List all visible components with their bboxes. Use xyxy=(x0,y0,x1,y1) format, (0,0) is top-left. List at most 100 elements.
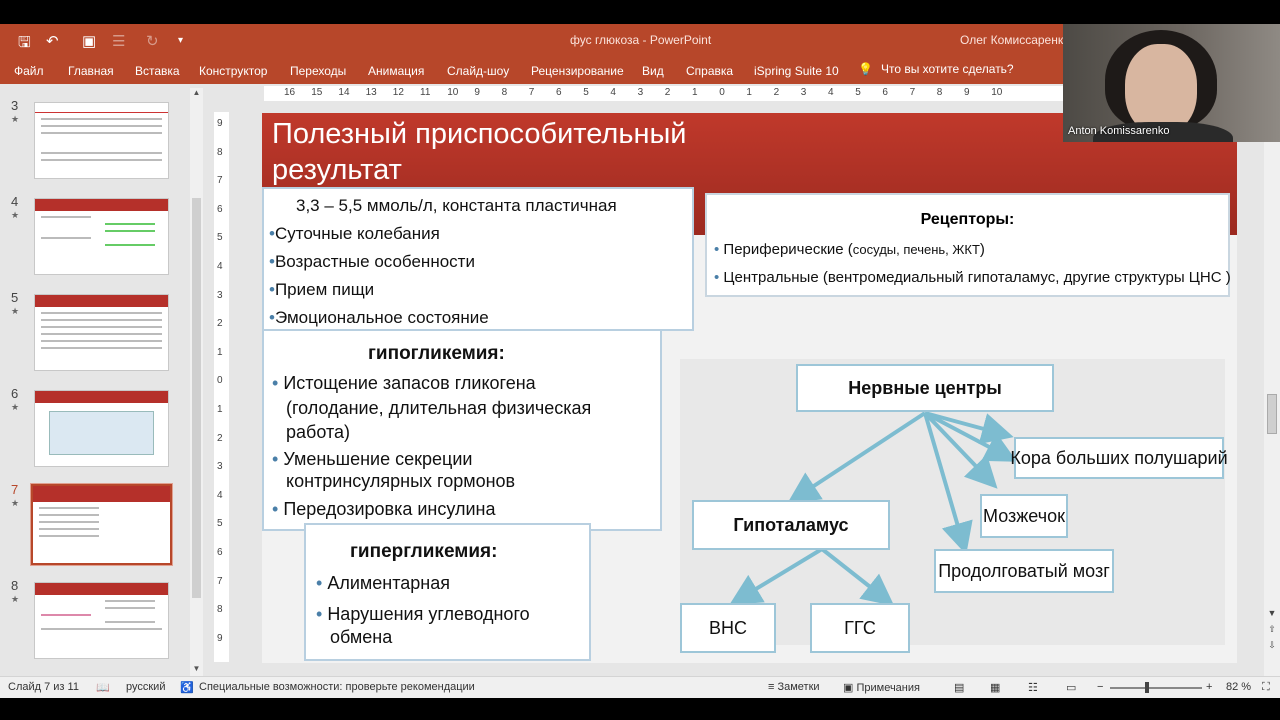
scrollbar-thumb[interactable] xyxy=(1267,394,1277,434)
present-icon[interactable]: ▣ xyxy=(82,32,96,50)
tab-view[interactable]: Вид xyxy=(642,64,664,78)
tab-help[interactable]: Справка xyxy=(686,64,733,78)
ruler-tick-label: 1 xyxy=(217,346,223,358)
node-hypothalamus[interactable]: Гипоталамус xyxy=(692,500,890,550)
ruler-tick-label: 10 xyxy=(991,87,1003,98)
scroll-down-icon[interactable]: ▼ xyxy=(1266,608,1278,618)
slide-sorter-icon[interactable]: ▦ xyxy=(990,681,1000,694)
animation-star-icon: ★ xyxy=(11,210,20,220)
slide-thumbnail-selected[interactable] xyxy=(30,483,173,566)
zoom-slider-track[interactable] xyxy=(1110,687,1202,689)
slideshow-icon[interactable]: ▭ xyxy=(1066,681,1076,694)
thumbnails-scrollbar[interactable]: ▲ ▼ xyxy=(190,88,203,676)
ruler-tick-label: 15 xyxy=(311,87,323,98)
fit-to-window-icon[interactable]: ⛶ xyxy=(1262,681,1270,694)
ruler-tick-label: 5 xyxy=(583,87,589,98)
node-cerebellum[interactable]: Мозжечок xyxy=(980,494,1068,538)
ruler-tick-label: 0 xyxy=(719,87,725,98)
bullets-icon[interactable]: ☰ xyxy=(112,32,125,50)
ruler-tick-label: 5 xyxy=(217,232,223,244)
animation-star-icon: ★ xyxy=(11,402,20,412)
zoom-in-icon[interactable]: + xyxy=(1206,681,1212,693)
ruler-tick-label: 1 xyxy=(692,87,698,98)
undo-icon[interactable]: ↶ xyxy=(46,32,59,50)
normal-view-icon[interactable]: ▤ xyxy=(954,681,964,694)
ruler-tick-label: 14 xyxy=(338,87,350,98)
node-nerve-centers[interactable]: Нервные центры xyxy=(796,364,1054,412)
ruler-tick-label: 7 xyxy=(528,87,535,98)
next-slide-icon[interactable]: ⇩ xyxy=(1266,640,1278,651)
reading-view-icon[interactable]: ☷ xyxy=(1028,681,1038,694)
ruler-tick-label: 2 xyxy=(217,318,223,330)
previous-slide-icon[interactable]: ⇧ xyxy=(1266,624,1278,635)
zoom-level[interactable]: 82 % xyxy=(1226,681,1251,693)
scroll-down-icon[interactable]: ▼ xyxy=(190,664,203,676)
ruler-tick-label: 1 xyxy=(217,404,223,415)
ruler-tick-label: 3 xyxy=(637,87,644,98)
status-bar: Слайд 7 из 11 📖 русский ♿ Специальные во… xyxy=(0,676,1280,698)
ruler-tick-label: 4 xyxy=(217,261,223,272)
vertical-ruler: 9 8 7 6 5 4 3 2 1 0 1 2 3 4 5 6 7 8 9 xyxy=(214,112,229,662)
tab-file[interactable]: Файл xyxy=(14,64,44,78)
ruler-tick-label: 1 xyxy=(746,87,752,98)
tab-review[interactable]: Рецензирование xyxy=(531,64,624,78)
slide-thumbnail[interactable] xyxy=(34,102,169,179)
slide-number: 6 xyxy=(11,386,19,401)
accessibility-status[interactable]: Специальные возможности: проверьте реком… xyxy=(199,681,475,693)
slide-thumbnail[interactable] xyxy=(34,390,169,467)
notes-button[interactable]: ≡ Заметки xyxy=(768,681,820,693)
tab-transitions[interactable]: Переходы xyxy=(290,64,346,78)
animation-star-icon: ★ xyxy=(11,114,20,124)
tab-slideshow[interactable]: Слайд-шоу xyxy=(447,64,509,78)
ruler-tick-label: 12 xyxy=(392,87,404,98)
slide-thumbnail[interactable] xyxy=(34,198,169,275)
node-medulla[interactable]: Продолговатый мозг xyxy=(934,549,1114,593)
ruler-tick-label: 10 xyxy=(447,87,459,98)
ruler-tick-label: 9 xyxy=(217,118,223,129)
slide-canvas[interactable]: Полезный приспособительный результат 3,3… xyxy=(262,113,1237,663)
slide-scrollbar[interactable]: ▲ ▼ ⇧ ⇩ xyxy=(1264,84,1280,676)
ruler-tick-label: 8 xyxy=(217,146,223,158)
account-name[interactable]: Олег Комиссаренко xyxy=(960,33,1070,47)
tab-animations[interactable]: Анимация xyxy=(368,64,424,78)
customize-icon[interactable]: ▾ xyxy=(178,35,183,46)
ruler-tick-label: 6 xyxy=(217,547,223,558)
tab-insert[interactable]: Вставка xyxy=(135,64,180,78)
ruler-tick-label: 0 xyxy=(217,375,223,387)
ruler-tick-label: 3 xyxy=(217,289,223,301)
scroll-up-icon[interactable]: ▲ xyxy=(190,88,203,100)
language-indicator[interactable]: русский xyxy=(126,681,165,693)
slide-number: 8 xyxy=(11,578,19,593)
document-title: фус глюкоза - PowerPoint xyxy=(570,33,712,47)
save-icon[interactable]: 🖫 xyxy=(18,32,31,57)
ruler-tick-label: 4 xyxy=(610,87,616,98)
node-cortex[interactable]: Кора больших полушарий xyxy=(1010,437,1228,479)
accessibility-icon: ♿ xyxy=(180,682,194,694)
lightbulb-icon: 💡 xyxy=(858,62,873,76)
tab-home[interactable]: Главная xyxy=(68,64,114,78)
spellcheck-icon[interactable]: 📖 xyxy=(96,681,110,694)
comments-icon: ▣ xyxy=(843,682,854,694)
slide-thumbnail[interactable] xyxy=(34,582,169,659)
zoom-out-icon[interactable]: − xyxy=(1097,681,1103,693)
ruler-tick-label: 9 xyxy=(474,87,480,98)
slide-thumbnail[interactable] xyxy=(34,294,169,371)
tell-me-search[interactable]: 💡 Что вы хотите сделать? xyxy=(858,62,1014,76)
zoom-slider-thumb[interactable] xyxy=(1145,682,1149,693)
ruler-tick-label: 4 xyxy=(828,87,834,98)
tab-ispring[interactable]: iSpring Suite 10 xyxy=(754,64,839,78)
ruler-tick-label: 7 xyxy=(217,175,223,187)
comments-button[interactable]: ▣ Примечания xyxy=(843,681,920,694)
ruler-tick-label: 6 xyxy=(882,87,888,98)
node-ggs[interactable]: ГГС xyxy=(810,603,910,653)
redo-icon[interactable]: ↻ xyxy=(146,32,159,50)
slide-counter: Слайд 7 из 11 xyxy=(8,681,79,693)
webcam-participant-name: Anton Komissarenko xyxy=(1068,125,1170,137)
tab-design[interactable]: Конструктор xyxy=(199,64,267,78)
node-ans[interactable]: ВНС xyxy=(680,603,776,653)
slide-number: 3 xyxy=(11,98,19,113)
animation-star-icon: ★ xyxy=(11,594,20,604)
slide-thumbnails-pane: 3 ★ 4 ★ 5 ★ 6 ★ 7 ★ 8 ★ xyxy=(0,84,206,676)
ruler-tick-label: 5 xyxy=(855,87,861,98)
scrollbar-thumb[interactable] xyxy=(192,198,201,598)
